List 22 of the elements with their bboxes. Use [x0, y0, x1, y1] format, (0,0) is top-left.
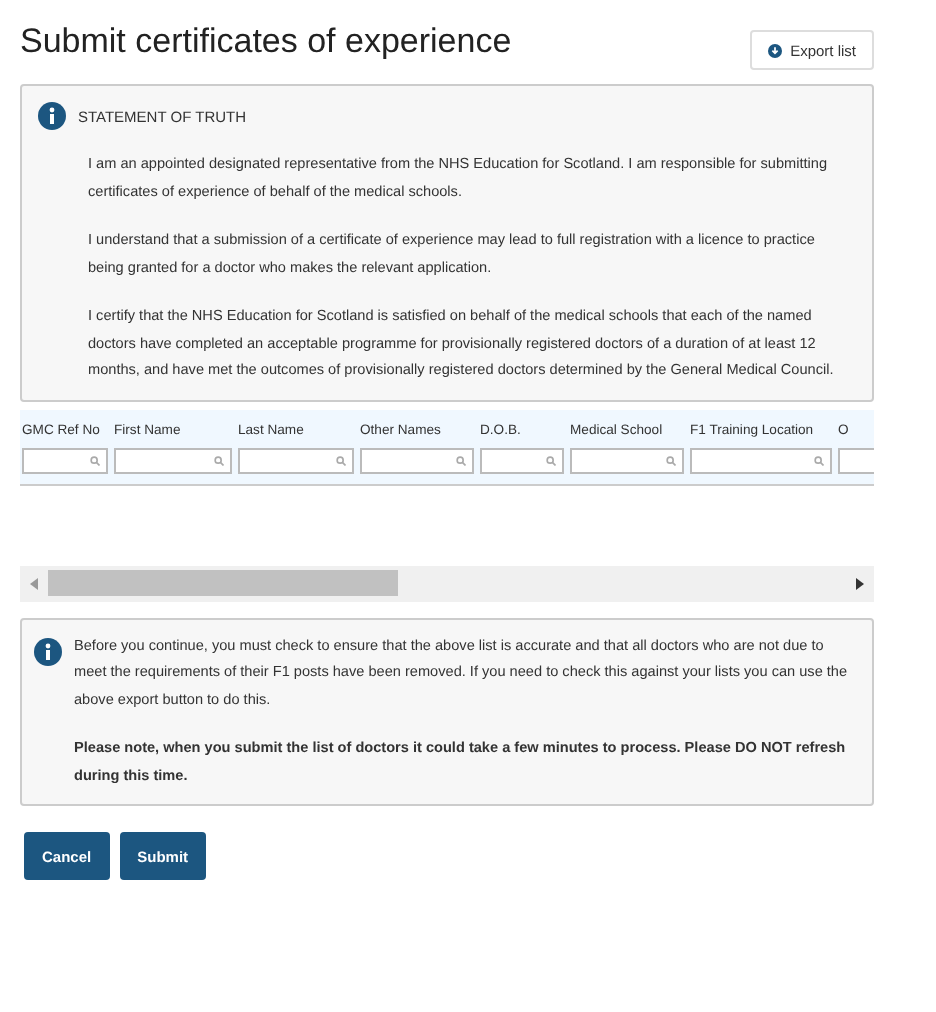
filter-field[interactable]: [690, 447, 832, 473]
download-icon: [768, 43, 783, 57]
filter-field[interactable]: [22, 447, 108, 473]
scroll-right-icon[interactable]: [856, 577, 864, 589]
search-icon: [214, 455, 224, 465]
info-icon: [38, 102, 66, 130]
search-icon: [456, 455, 466, 465]
search-icon: [814, 455, 824, 465]
info-icon: [34, 637, 62, 665]
search-icon: [546, 455, 556, 465]
search-icon: [666, 455, 676, 465]
search-icon: [336, 455, 346, 465]
filter-field[interactable]: [360, 447, 474, 473]
filter-field[interactable]: [480, 447, 564, 473]
filter-field[interactable]: [114, 447, 232, 473]
filter-field[interactable]: [238, 447, 354, 473]
filter-field[interactable]: [570, 447, 684, 473]
page-title: Submit certificates of experience: [20, 22, 512, 62]
scrollbar-thumb[interactable]: [48, 570, 398, 596]
search-icon: [90, 455, 100, 465]
horizontal-scrollbar[interactable]: [20, 565, 874, 601]
scroll-left-icon[interactable]: [30, 577, 38, 589]
